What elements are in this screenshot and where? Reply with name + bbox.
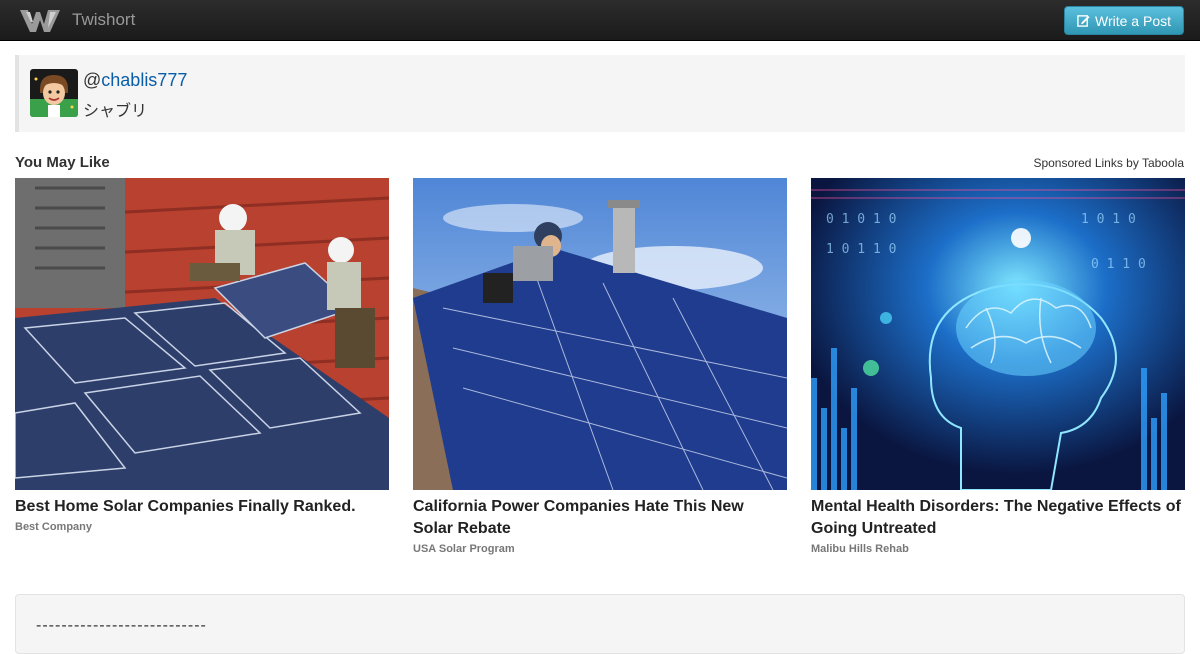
post-text: ---------------------------	[36, 617, 207, 634]
recommendation-title[interactable]: Best Home Solar Companies Finally Ranked…	[15, 496, 389, 518]
recommendation-title[interactable]: California Power Companies Hate This New…	[413, 496, 787, 540]
recommendation-source: Malibu Hills Rehab	[811, 543, 909, 555]
author-profile: @chablis777 シャブリ	[15, 55, 1185, 132]
recommendation-source: Best Company	[15, 521, 93, 533]
recommendation-card-3[interactable]: 0 1 0 1 0 1 0 1 0 1 0 1 1 0 0 1 1 0 Mental…	[811, 178, 1185, 555]
avatar[interactable]	[30, 69, 78, 117]
author-handle-link[interactable]: chablis777	[101, 70, 187, 90]
you-may-like-heading: You May Like	[15, 154, 110, 171]
write-post-label: Write a Post	[1095, 12, 1171, 29]
author-handle: @chablis777	[83, 70, 187, 91]
twishort-logo-icon	[20, 10, 60, 32]
author-display-name: シャブリ	[83, 103, 148, 120]
svg-text:1 0 1 1 0: 1 0 1 1 0	[826, 242, 896, 257]
svg-text:1 0 1 0: 1 0 1 0	[1081, 212, 1136, 227]
edit-icon	[1077, 15, 1090, 27]
avatar-image-icon	[30, 69, 78, 117]
recommendation-title[interactable]: Mental Health Disorders: The Negative Ef…	[811, 496, 1185, 540]
solar-roof-photo-2[interactable]	[413, 178, 787, 490]
recommendation-card-1[interactable]: Best Home Solar Companies Finally Ranked…	[15, 178, 389, 533]
sponsored-links-label[interactable]: Sponsored Links by Taboola	[1033, 156, 1184, 170]
write-post-button[interactable]: Write a Post	[1064, 6, 1184, 35]
brand[interactable]: Twishort	[18, 4, 135, 36]
brain-digital-photo[interactable]: 0 1 0 1 0 1 0 1 0 1 0 1 1 0 0 1 1 0	[811, 178, 1185, 490]
brand-name: Twishort	[72, 10, 136, 29]
svg-text:0 1 1 0: 0 1 1 0	[1091, 257, 1146, 272]
post-body: ---------------------------	[15, 594, 1185, 654]
recommendation-source: USA Solar Program	[413, 543, 515, 555]
solar-roof-photo-1[interactable]	[15, 178, 389, 490]
top-navbar: Twishort Write a Post	[0, 0, 1200, 41]
at-sign: @	[83, 70, 102, 90]
svg-text:0 1 0 1 0: 0 1 0 1 0	[826, 212, 896, 227]
recommendation-card-2[interactable]: California Power Companies Hate This New…	[413, 178, 787, 555]
